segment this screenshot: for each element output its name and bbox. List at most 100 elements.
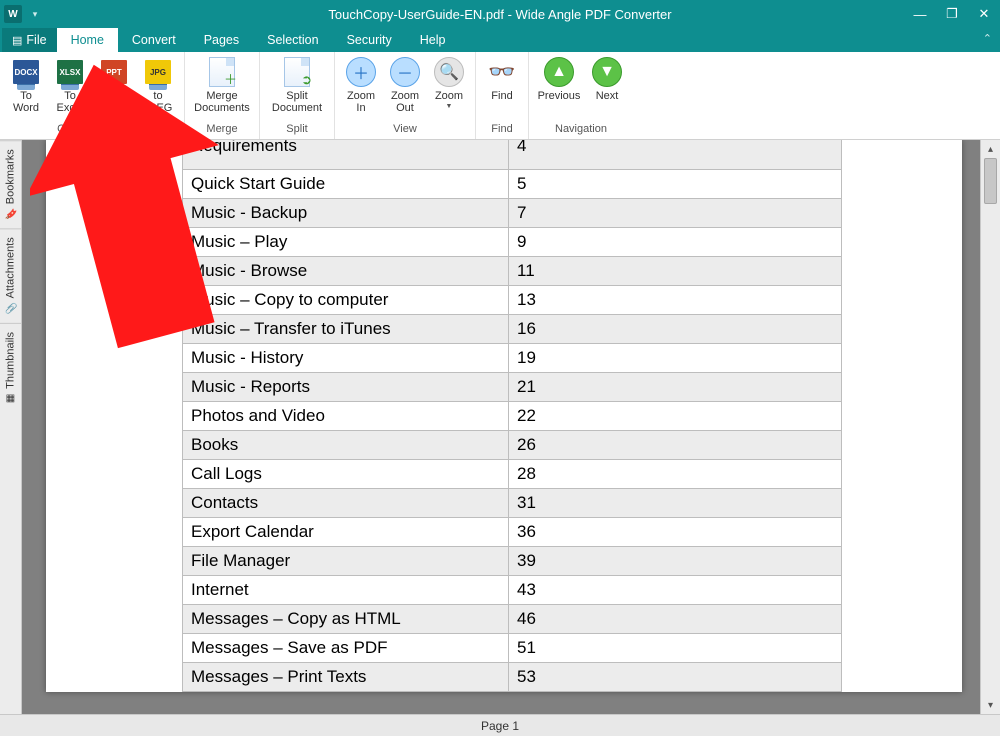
file-menu-tab[interactable]: ▤ File	[2, 28, 57, 52]
ribbon-group-merge: ＋ MergeDocuments Merge	[185, 52, 260, 139]
chevron-down-icon: ▼	[446, 103, 453, 110]
tab-selection[interactable]: Selection	[253, 28, 332, 52]
toc-title-cell: Quick Start Guide	[183, 169, 509, 198]
toc-title-cell: Requirements	[183, 140, 509, 169]
find-button[interactable]: 👓 Find	[480, 54, 524, 102]
toc-title-cell: Music - History	[183, 343, 509, 372]
zoom-in-icon: ＋	[346, 57, 376, 87]
to-jpeg-button[interactable]: JPG toJPEG	[136, 54, 180, 114]
table-row: Music - History19	[183, 343, 842, 372]
toc-title-cell: Internet	[183, 575, 509, 604]
tab-security[interactable]: Security	[333, 28, 406, 52]
table-row: Music - Reports21	[183, 372, 842, 401]
zoom-icon: 🔍	[434, 57, 464, 87]
table-row: Messages – Copy as HTML46	[183, 604, 842, 633]
side-tab-thumbnails[interactable]: ▦ Thumbnails	[0, 323, 21, 412]
table-row: Music - Browse11	[183, 256, 842, 285]
toc-title-cell: Messages – Save as PDF	[183, 633, 509, 662]
ribbon: DOCX ToWord XLSX ToExcel PPT toPPT JPG t…	[0, 52, 1000, 140]
split-icon: ➲	[284, 57, 310, 87]
toc-page-cell: 43	[509, 575, 842, 604]
ribbon-group-view: ＋ ZoomIn － ZoomOut 🔍 Zoom ▼ View	[335, 52, 476, 139]
toc-title-cell: Photos and Video	[183, 401, 509, 430]
to-ppt-button[interactable]: PPT toPPT	[92, 54, 136, 114]
bookmark-icon: 🔖	[4, 209, 16, 220]
maximize-button[interactable]: ❐	[936, 0, 968, 28]
group-label-quick-convert: Quick Convert	[57, 123, 127, 139]
zoom-dropdown-button[interactable]: 🔍 Zoom ▼	[427, 54, 471, 110]
toc-title-cell: Music – Transfer to iTunes	[183, 314, 509, 343]
table-row: Messages – Print Texts53	[183, 662, 842, 691]
pdf-page: Requirements4Quick Start Guide5Music - B…	[46, 140, 962, 692]
table-row: File Manager39	[183, 546, 842, 575]
toc-title-cell: Music - Reports	[183, 372, 509, 401]
tab-home[interactable]: Home	[57, 28, 118, 52]
table-row: Messages – Save as PDF51	[183, 633, 842, 662]
scroll-thumb[interactable]	[984, 158, 997, 204]
arrow-up-icon: ▲	[544, 57, 574, 87]
toc-title-cell: Call Logs	[183, 459, 509, 488]
tab-convert[interactable]: Convert	[118, 28, 190, 52]
qat-dropdown-icon[interactable]: ▾	[28, 7, 42, 21]
toc-page-cell: 31	[509, 488, 842, 517]
arrow-down-icon: ▼	[592, 57, 622, 87]
side-tab-bookmarks[interactable]: 🔖 Bookmarks	[0, 140, 21, 228]
toc-page-cell: 53	[509, 662, 842, 691]
to-word-button[interactable]: DOCX ToWord	[4, 54, 48, 114]
table-row: Requirements4	[183, 140, 842, 169]
toc-title-cell: Books	[183, 430, 509, 459]
scroll-track[interactable]	[981, 158, 1000, 696]
app-icon: W	[4, 5, 22, 23]
xlsx-icon: XLSX	[57, 60, 83, 84]
toc-page-cell: 39	[509, 546, 842, 575]
next-button[interactable]: ▼ Next	[585, 54, 629, 102]
toc-page-cell: 46	[509, 604, 842, 633]
toc-page-cell: 51	[509, 633, 842, 662]
ribbon-group-find: 👓 Find Find	[476, 52, 529, 139]
merge-documents-button[interactable]: ＋ MergeDocuments	[189, 54, 255, 114]
table-row: Music - Backup7	[183, 198, 842, 227]
vertical-scrollbar[interactable]: ▴ ▾	[980, 140, 1000, 714]
toc-page-cell: 7	[509, 198, 842, 227]
title-bar: W ▾ TouchCopy-UserGuide-EN.pdf - Wide An…	[0, 0, 1000, 28]
table-row: Contacts31	[183, 488, 842, 517]
zoom-out-icon: －	[390, 57, 420, 87]
jpg-icon: JPG	[145, 60, 171, 84]
toc-page-cell: 36	[509, 517, 842, 546]
scroll-up-icon[interactable]: ▴	[988, 140, 993, 158]
toc-title-cell: Export Calendar	[183, 517, 509, 546]
toc-title-cell: Messages – Print Texts	[183, 662, 509, 691]
close-button[interactable]: ✕	[968, 0, 1000, 28]
group-label-split: Split	[286, 123, 307, 139]
scroll-down-icon[interactable]: ▾	[988, 696, 993, 714]
tab-pages[interactable]: Pages	[190, 28, 253, 52]
toc-page-cell: 21	[509, 372, 842, 401]
document-viewport[interactable]: Requirements4Quick Start Guide5Music - B…	[22, 140, 980, 714]
split-document-button[interactable]: ➲ SplitDocument	[264, 54, 330, 114]
to-excel-button[interactable]: XLSX ToExcel	[48, 54, 92, 114]
tab-help[interactable]: Help	[406, 28, 460, 52]
table-row: Export Calendar36	[183, 517, 842, 546]
previous-button[interactable]: ▲ Previous	[533, 54, 585, 102]
table-row: Music – Transfer to iTunes16	[183, 314, 842, 343]
table-row: Books26	[183, 430, 842, 459]
table-row: Photos and Video22	[183, 401, 842, 430]
docx-icon: DOCX	[13, 60, 39, 84]
table-row: Music – Play9	[183, 227, 842, 256]
toc-page-cell: 22	[509, 401, 842, 430]
collapse-ribbon-icon[interactable]: ⌃	[983, 32, 992, 45]
toc-page-cell: 11	[509, 256, 842, 285]
group-label-view: View	[393, 123, 417, 139]
table-row: Quick Start Guide5	[183, 169, 842, 198]
group-label-find: Find	[491, 123, 512, 139]
ribbon-group-navigation: ▲ Previous ▼ Next Navigation	[529, 52, 633, 139]
table-row: Call Logs28	[183, 459, 842, 488]
paperclip-icon: 📎	[4, 303, 16, 314]
toc-title-cell: Music – Play	[183, 227, 509, 256]
minimize-button[interactable]: —	[904, 0, 936, 28]
side-tab-attachments[interactable]: 📎 Attachments	[0, 228, 21, 322]
toc-page-cell: 13	[509, 285, 842, 314]
zoom-in-button[interactable]: ＋ ZoomIn	[339, 54, 383, 114]
zoom-out-button[interactable]: － ZoomOut	[383, 54, 427, 114]
ribbon-group-split: ➲ SplitDocument Split	[260, 52, 335, 139]
